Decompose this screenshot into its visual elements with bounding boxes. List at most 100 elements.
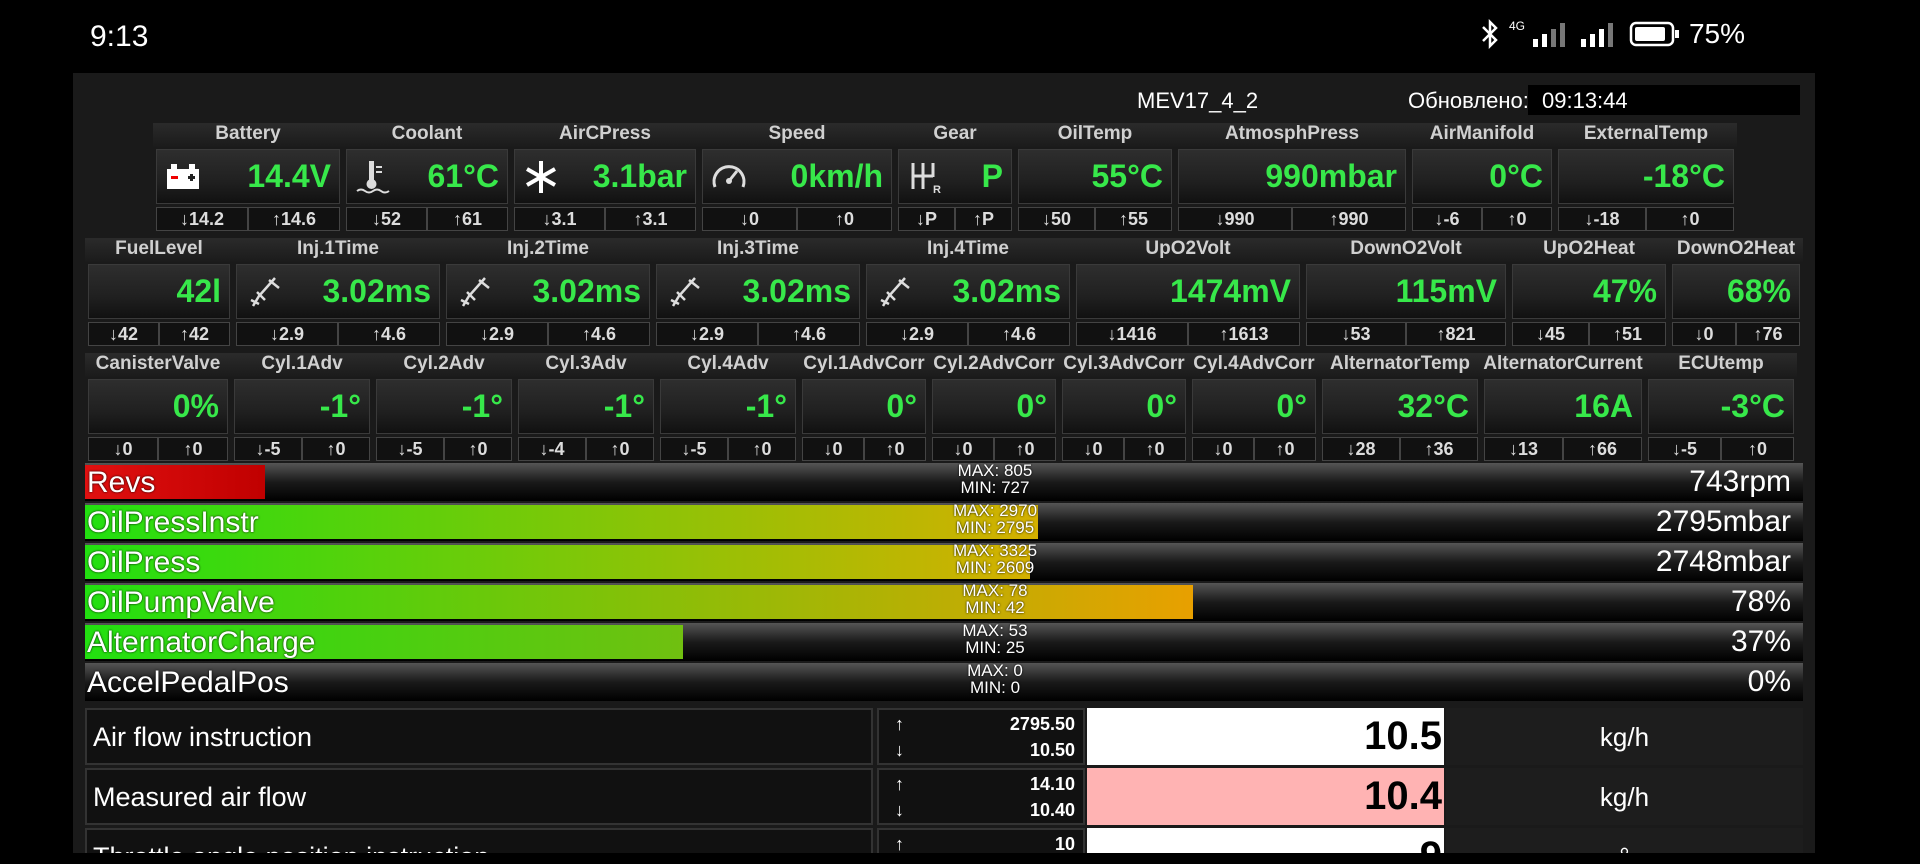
gauge-battery[interactable]: Battery 14.4V ↓14.2 ↑14.6 bbox=[153, 123, 343, 233]
gauge-alternatortemp[interactable]: AlternatorTemp 32°C ↓28 ↑36 bbox=[1319, 353, 1481, 463]
gauge-min: ↓2.9 bbox=[866, 322, 968, 346]
gauge-alternatorcurrent[interactable]: AlternatorCurrent 16A ↓13 ↑66 bbox=[1481, 353, 1645, 463]
gauge-downo2volt[interactable]: DownO2Volt 115mV ↓53 ↑821 bbox=[1303, 238, 1509, 348]
gauge-value-text: 61°C bbox=[427, 158, 500, 194]
gauge-label: AlternatorTemp bbox=[1319, 353, 1481, 377]
gauge-value: 0km/h bbox=[702, 149, 892, 204]
gauge-value: 61°C bbox=[346, 149, 508, 204]
gauge-value-text: 3.02ms bbox=[952, 273, 1061, 309]
gauge-label: AirManifold bbox=[1409, 123, 1555, 147]
arrow-down-icon: ↓ bbox=[895, 740, 904, 760]
gauge-min: ↓1416 bbox=[1076, 322, 1188, 346]
gauge-value-text: 0° bbox=[1016, 388, 1047, 424]
gauge-canistervalve[interactable]: CanisterValve 0% ↓0 ↑0 bbox=[85, 353, 231, 463]
gauge-min: ↓2.9 bbox=[446, 322, 548, 346]
gauge-cyl-4advcorr[interactable]: Cyl.4AdvCorr 0° ↓0 ↑0 bbox=[1189, 353, 1319, 463]
bar-oilpress[interactable]: OilPress MAX: 3325 MIN: 2609 2748mbar bbox=[85, 541, 1803, 581]
gauge-speed[interactable]: Speed 0km/h ↓0 ↑0 bbox=[699, 123, 895, 233]
gauge-label: Cyl.3AdvCorr bbox=[1059, 353, 1189, 377]
gauge-cyl-2adv[interactable]: Cyl.2Adv -1° ↓-5 ↑0 bbox=[373, 353, 515, 463]
bar-value: 743rpm bbox=[1689, 465, 1791, 498]
gauge-minmax: ↓50 ↑55 bbox=[1018, 207, 1172, 231]
bar-minmax: MAX: 3325 MIN: 2609 bbox=[952, 541, 1038, 577]
gauge-max: ↑0 bbox=[1721, 437, 1794, 461]
bar-oilpressinstr[interactable]: OilPressInstr MAX: 2970 MIN: 2795 2795mbar bbox=[85, 502, 1803, 541]
bar-name: AlternatorCharge bbox=[87, 626, 316, 659]
gauge-value-text: -3°C bbox=[1720, 388, 1785, 424]
gauge-airmanifold[interactable]: AirManifold 0°C ↓-6 ↑0 bbox=[1409, 123, 1555, 233]
gauge-max: ↑0 bbox=[1124, 437, 1186, 461]
row-min: 10.40 bbox=[1029, 800, 1075, 820]
ecu-name: MEV17_4_2 bbox=[1137, 88, 1259, 113]
gauge-inj-1time[interactable]: Inj.1Time 3.02ms ↓2.9 ↑4.6 bbox=[233, 238, 443, 348]
clock: 9:13 bbox=[90, 20, 149, 53]
row-value: 10.5 bbox=[1087, 708, 1444, 765]
gauge-upo2volt[interactable]: UpO2Volt 1474mV ↓1416 ↑1613 bbox=[1073, 238, 1303, 348]
row-name: Throttle angle position instruction bbox=[85, 828, 873, 853]
gauge-value: 32°C bbox=[1322, 379, 1478, 434]
gauge-cyl-4adv[interactable]: Cyl.4Adv -1° ↓-5 ↑0 bbox=[657, 353, 799, 463]
gauge-max: ↑821 bbox=[1406, 322, 1506, 346]
gauge-value: 3.02ms bbox=[236, 264, 440, 319]
table-row[interactable]: Throttle angle position instruction↑10↓9… bbox=[85, 828, 1803, 853]
gauge-value-text: 68% bbox=[1726, 273, 1791, 309]
bar-minmax: MAX: 805 MIN: 727 bbox=[957, 461, 1033, 497]
gauge-externaltemp[interactable]: ExternalTemp -18°C ↓-18 ↑0 bbox=[1555, 123, 1737, 233]
gauge-value: -3°C bbox=[1648, 379, 1794, 434]
bluetooth-icon bbox=[1482, 19, 1498, 49]
gauge-inj-3time[interactable]: Inj.3Time 3.02ms ↓2.9 ↑4.6 bbox=[653, 238, 863, 348]
gauge-inj-2time[interactable]: Inj.2Time 3.02ms ↓2.9 ↑4.6 bbox=[443, 238, 653, 348]
gauge-aircpress[interactable]: AirCPress 3.1bar ↓3.1 ↑3.1 bbox=[511, 123, 699, 233]
gauge-cyl-3advcorr[interactable]: Cyl.3AdvCorr 0° ↓0 ↑0 bbox=[1059, 353, 1189, 463]
gauge-label: UpO2Heat bbox=[1509, 238, 1669, 262]
gauge-minmax: ↓2.9 ↑4.6 bbox=[656, 322, 860, 346]
table-row[interactable]: Measured air flow ↑ 14.10 ↓ 10.40 10.4 kg/h bbox=[85, 768, 1803, 825]
gauge-cyl-1advcorr[interactable]: Cyl.1AdvCorr 0° ↓0 ↑0 bbox=[799, 353, 929, 463]
gauge-value-text: 47% bbox=[1592, 273, 1657, 309]
gauge-inj-4time[interactable]: Inj.4Time 3.02ms ↓2.9 ↑4.6 bbox=[863, 238, 1073, 348]
gauge-min: ↓13 bbox=[1484, 437, 1563, 461]
row-min: 10.50 bbox=[1029, 740, 1075, 760]
gauge-min: ↓0 bbox=[932, 437, 994, 461]
bar-oilpumpvalve[interactable]: OilPumpValve MAX: 78 MIN: 42 78% bbox=[85, 582, 1803, 621]
gauge-ecutemp[interactable]: ECUtemp -3°C ↓-5 ↑0 bbox=[1645, 353, 1797, 463]
bar-revs[interactable]: Revs MAX: 805 MIN: 727 743rpm bbox=[85, 461, 1803, 501]
gauge-value: 42l bbox=[88, 264, 230, 319]
gauge-gear[interactable]: Gear RP ↓P ↑P bbox=[895, 123, 1015, 233]
gauge-label: ExternalTemp bbox=[1555, 123, 1737, 147]
gauge-value: 68% bbox=[1672, 264, 1800, 319]
gauge-max: ↑0 bbox=[302, 437, 370, 461]
gauge-minmax: ↓0 ↑0 bbox=[932, 437, 1056, 461]
gauge-minmax: ↓P ↑P bbox=[898, 207, 1012, 231]
bar-accelpedalpos[interactable]: AccelPedalPos MAX: 0 MIN: 0 0% bbox=[85, 662, 1803, 701]
gauge-value: 3.1bar bbox=[514, 149, 696, 204]
gauge-label: Cyl.3Adv bbox=[515, 353, 657, 377]
gauge-cyl-2advcorr[interactable]: Cyl.2AdvCorr 0° ↓0 ↑0 bbox=[929, 353, 1059, 463]
gauge-oiltemp[interactable]: OilTemp 55°C ↓50 ↑55 bbox=[1015, 123, 1175, 233]
gauge-cyl-1adv[interactable]: Cyl.1Adv -1° ↓-5 ↑0 bbox=[231, 353, 373, 463]
gauge-value-text: 3.02ms bbox=[532, 273, 641, 309]
gauge-max: ↑36 bbox=[1400, 437, 1478, 461]
gauge-value: -1° bbox=[518, 379, 654, 434]
gauge-cyl-3adv[interactable]: Cyl.3Adv -1° ↓-4 ↑0 bbox=[515, 353, 657, 463]
gauge-downo2heat[interactable]: DownO2Heat 68% ↓0 ↑76 bbox=[1669, 238, 1803, 348]
gauge-value: 0°C bbox=[1412, 149, 1552, 204]
table-row[interactable]: Air flow instruction ↑ 2795.50 ↓ 10.50 10.5 kg… bbox=[85, 708, 1803, 765]
gauge-min: ↓0 bbox=[802, 437, 864, 461]
gauge-min: ↓-5 bbox=[660, 437, 728, 461]
gauge-coolant[interactable]: Coolant 61°C ↓52 ↑61 bbox=[343, 123, 511, 233]
row-value: 10.4 bbox=[1087, 768, 1444, 825]
gauge-atmosphpress[interactable]: AtmosphPress 990mbar ↓990 ↑990 bbox=[1175, 123, 1409, 233]
gauge-label: Cyl.2Adv bbox=[373, 353, 515, 377]
gauge-value-text: 0°C bbox=[1489, 158, 1543, 194]
bar-alternatorcharge[interactable]: AlternatorCharge MAX: 53 MIN: 25 37% bbox=[85, 622, 1803, 661]
bar-value: 2748mbar bbox=[1655, 545, 1791, 578]
snowflake-icon bbox=[523, 159, 559, 195]
gauge-max: ↑P bbox=[955, 207, 1012, 231]
gauge-upo2heat[interactable]: UpO2Heat 47% ↓45 ↑51 bbox=[1509, 238, 1669, 348]
gauge-value: 1474mV bbox=[1076, 264, 1300, 319]
arrow-up-icon: ↑ bbox=[895, 714, 904, 734]
gauge-fuellevel[interactable]: FuelLevel 42l ↓42 ↑42 bbox=[85, 238, 233, 348]
gauge-value: 990mbar bbox=[1178, 149, 1406, 204]
injector-icon bbox=[665, 274, 701, 310]
